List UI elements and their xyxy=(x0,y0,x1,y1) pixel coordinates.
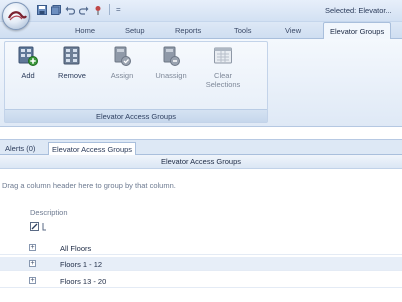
save-all-icon[interactable] xyxy=(50,4,61,15)
tab-home[interactable]: Home xyxy=(75,26,95,35)
document-tab-strip: Alerts (0) Elevator Access Groups xyxy=(0,139,402,155)
tab-view[interactable]: View xyxy=(285,26,301,35)
row-description: Floors 1 - 12 xyxy=(60,260,103,269)
clear-selections-icon xyxy=(214,47,232,64)
tab-alerts[interactable]: Alerts (0) xyxy=(2,142,38,155)
add-icon xyxy=(18,46,38,66)
remove-button-label: Remove xyxy=(58,71,86,80)
unassign-button-label: Unassign xyxy=(155,71,187,80)
ribbon-tabs: Home Setup Reports Tools View Elevator G… xyxy=(0,22,402,39)
expand-icon[interactable]: + xyxy=(29,244,36,251)
ribbon-group-elevator-access-groups: Add Remove Assign Unassign Clear Selecti… xyxy=(4,41,268,123)
add-button-label: Add xyxy=(21,71,35,80)
customize-toolbar-button[interactable]: = xyxy=(116,4,121,15)
tab-tools[interactable]: Tools xyxy=(234,26,252,35)
filter-indicator-icon[interactable] xyxy=(42,222,47,231)
redo-icon[interactable] xyxy=(78,4,89,15)
remove-button[interactable]: Remove xyxy=(53,46,91,80)
row-description: Floors 13 - 20 xyxy=(60,277,107,286)
group-by-area[interactable]: Drag a column header here to group by th… xyxy=(2,181,176,190)
save-icon[interactable] xyxy=(36,4,47,15)
row-description: All Floors xyxy=(60,244,92,253)
assign-button-label: Assign xyxy=(110,71,134,80)
column-header-description[interactable]: Description xyxy=(30,208,68,217)
application-menu-button[interactable] xyxy=(2,2,30,30)
expand-icon[interactable]: + xyxy=(29,277,36,284)
app-logo-icon xyxy=(7,11,27,21)
unassign-button[interactable]: Unassign xyxy=(152,46,190,80)
tab-elevator-groups[interactable]: Elevator Groups xyxy=(323,22,392,39)
table-row[interactable]: + All Floors xyxy=(0,241,402,255)
ribbon: Add Remove Assign Unassign Clear Selecti… xyxy=(0,39,402,127)
tab-setup[interactable]: Setup xyxy=(125,26,145,35)
assign-icon xyxy=(114,46,131,66)
unassign-icon xyxy=(163,46,180,66)
toolbar-separator xyxy=(109,4,110,15)
table-row[interactable]: + Floors 13 - 20 xyxy=(0,274,402,288)
title-bar: = Selected: Elevator... xyxy=(0,0,402,30)
table-row[interactable]: + Floors 1 - 12 xyxy=(0,257,402,271)
pin-icon[interactable] xyxy=(92,4,103,15)
filter-row xyxy=(30,221,47,232)
tab-reports[interactable]: Reports xyxy=(175,26,201,35)
expand-icon[interactable]: + xyxy=(29,260,36,267)
quick-access-toolbar: = xyxy=(36,4,121,15)
undo-icon[interactable] xyxy=(64,4,75,15)
window-title: Selected: Elevator... xyxy=(325,6,392,15)
assign-button[interactable]: Assign xyxy=(103,46,141,80)
tab-elevator-access-groups[interactable]: Elevator Access Groups xyxy=(48,142,137,155)
filter-edit-icon[interactable] xyxy=(30,222,39,231)
ribbon-group-caption: Elevator Access Groups xyxy=(5,109,267,122)
panel-title: Elevator Access Groups xyxy=(0,155,402,169)
add-button[interactable]: Add xyxy=(9,46,47,80)
clear-selections-label: Clear Selections xyxy=(205,71,241,89)
clear-selections-button[interactable]: Clear Selections xyxy=(201,46,245,89)
remove-icon xyxy=(63,46,80,65)
